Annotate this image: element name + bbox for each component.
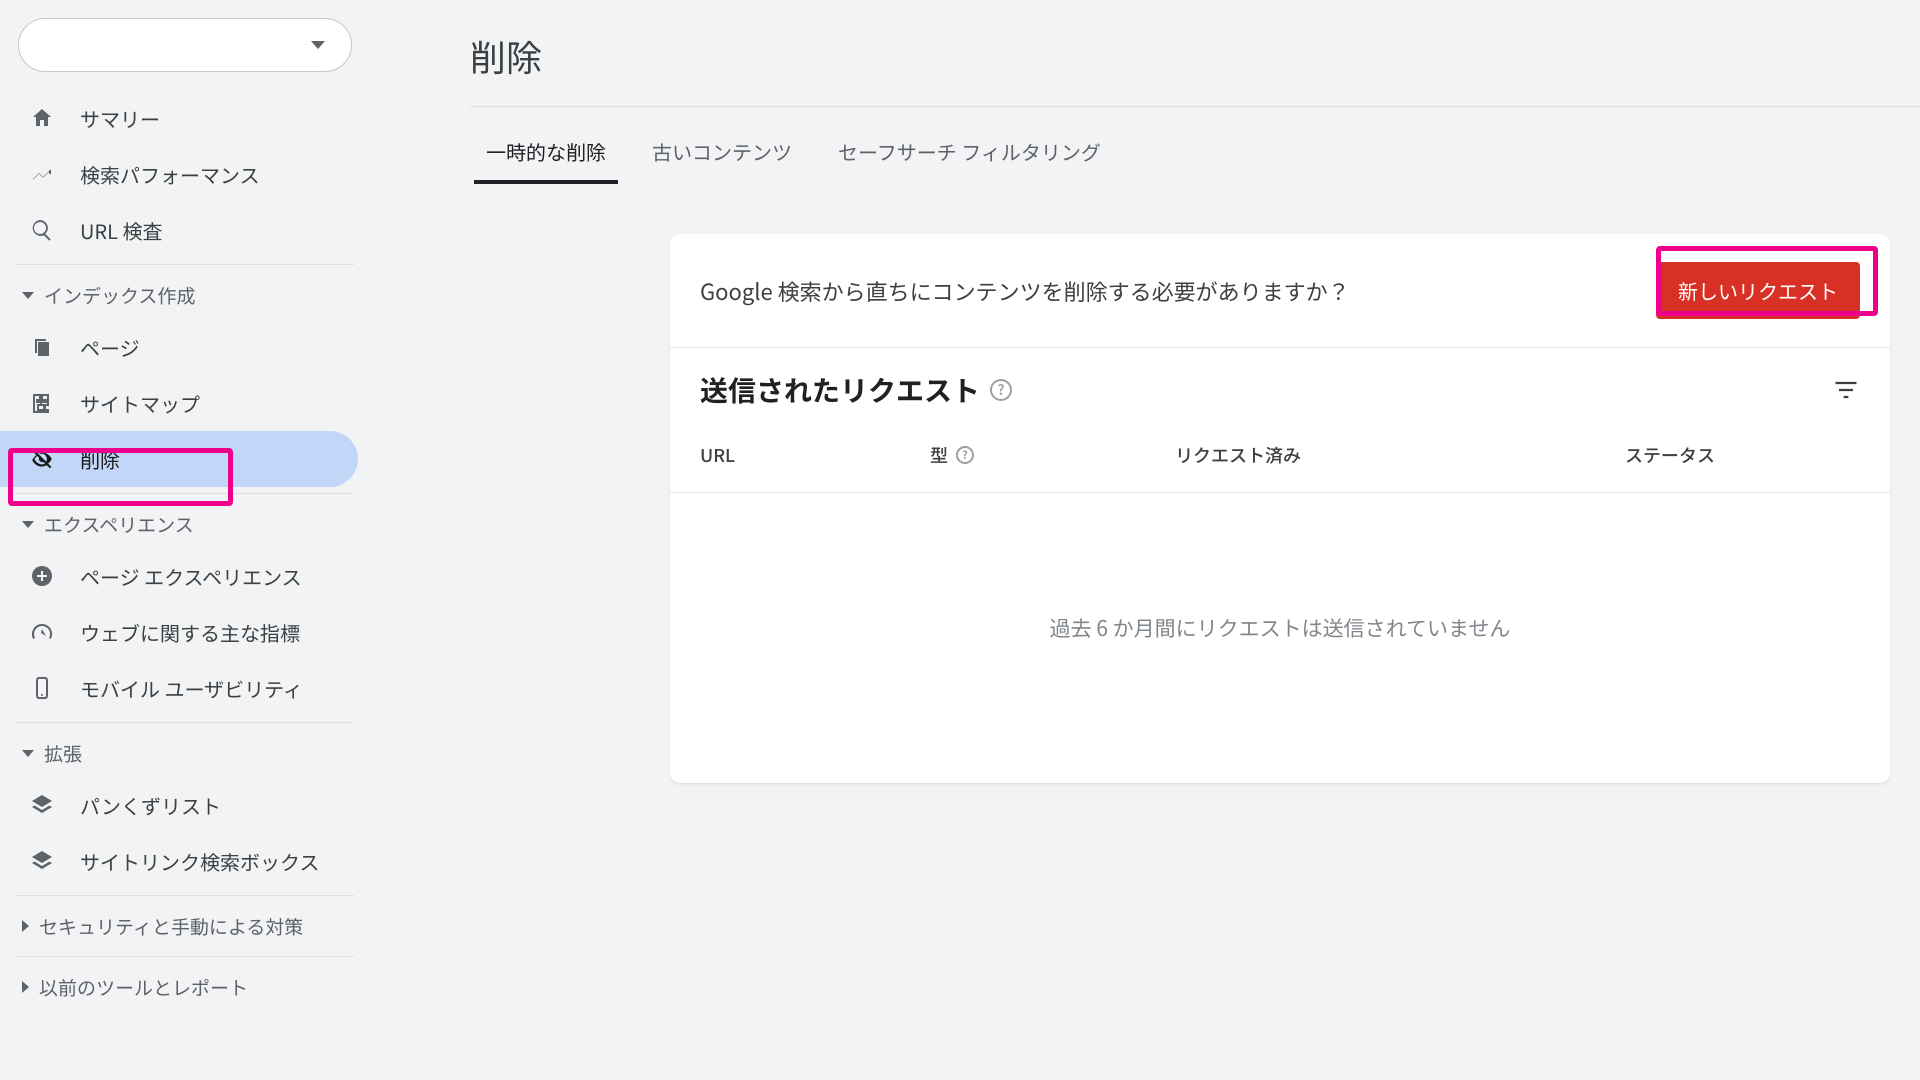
visibility-off-icon (28, 446, 56, 472)
divider (16, 493, 354, 494)
col-type-label: 型 (930, 442, 948, 468)
sidebar-section-indexing[interactable]: インデックス作成 (0, 271, 370, 319)
help-icon[interactable]: ? (956, 446, 974, 464)
caret-down-icon (22, 521, 34, 528)
divider (16, 722, 354, 723)
sidebar-item-label: モバイル ユーザビリティ (80, 674, 303, 703)
trend-icon (28, 162, 56, 186)
sidebar-section-extensions[interactable]: 拡張 (0, 729, 370, 777)
sidebar-item-label: サイトマップ (80, 389, 200, 418)
col-type: 型 ? (930, 442, 1175, 468)
sidebar-section-label: 拡張 (44, 740, 82, 767)
gauge-icon (28, 620, 56, 644)
sidebar-item-label: パンくずリスト (80, 791, 221, 820)
home-icon (28, 106, 56, 130)
caret-down-icon (22, 750, 34, 757)
sidebar-item-label: サイトリンク検索ボックス (80, 847, 319, 876)
property-selector[interactable] (18, 18, 352, 72)
divider (16, 956, 354, 957)
caret-right-icon (22, 981, 29, 993)
sidebar-item-summary[interactable]: サマリー (0, 90, 358, 146)
new-request-button[interactable]: 新しいリクエスト (1656, 262, 1860, 319)
col-status: ステータス (1625, 442, 1860, 468)
sidebar-section-experience[interactable]: エクスペリエンス (0, 500, 370, 548)
tab-outdated-content[interactable]: 古いコンテンツ (652, 137, 792, 184)
caret-right-icon (22, 920, 29, 932)
sidebar-item-label: URL 検査 (80, 216, 162, 245)
requests-header: 送信されたリクエスト ? (670, 348, 1890, 420)
prompt-text: Google 検索から直ちにコンテンツを削除する必要がありますか？ (700, 275, 1350, 307)
card-removals: Google 検索から直ちにコンテンツを削除する必要がありますか？ 新しいリクエ… (670, 234, 1890, 783)
sidebar-section-label: エクスペリエンス (44, 511, 194, 538)
sidebar-item-page-experience[interactable]: ページ エクスペリエンス (0, 548, 358, 604)
sidebar-section-legacy[interactable]: 以前のツールとレポート (0, 963, 370, 1011)
sidebar-item-removals[interactable]: 削除 (0, 431, 358, 487)
empty-state: 過去 6 か月間にリクエストは送信されていません (670, 493, 1890, 783)
caret-down-icon (22, 292, 34, 299)
panel-area: Google 検索から直ちにコンテンツを削除する必要がありますか？ 新しいリクエ… (470, 184, 1920, 783)
sidebar-item-label: ウェブに関する主な指標 (80, 618, 300, 647)
sidebar-section-label: セキュリティと手動による対策 (39, 913, 303, 940)
sidebar: サマリー 検索パフォーマンス URL 検査 インデックス作成 ページ サイトマッ… (0, 0, 370, 1080)
layers-icon (28, 849, 56, 873)
prompt-row: Google 検索から直ちにコンテンツを削除する必要がありますか？ 新しいリクエ… (670, 234, 1890, 348)
filter-icon[interactable] (1832, 376, 1860, 404)
sidebar-section-security[interactable]: セキュリティと手動による対策 (0, 902, 370, 950)
sidebar-item-label: サマリー (80, 104, 160, 133)
copy-icon (28, 335, 56, 359)
sidebar-item-label: 検索パフォーマンス (80, 160, 260, 189)
sidebar-item-mobile-usability[interactable]: モバイル ユーザビリティ (0, 660, 358, 716)
sidebar-section-label: インデックス作成 (44, 282, 195, 309)
chevron-down-icon (311, 41, 325, 49)
requests-heading: 送信されたリクエスト ? (700, 370, 1012, 410)
page-title: 削除 (470, 0, 1920, 106)
main-content: 削除 一時的な削除 古いコンテンツ セーフサーチ フィルタリング Google … (370, 0, 1920, 1080)
requests-heading-text: 送信されたリクエスト (700, 370, 980, 410)
sidebar-section-label: 以前のツールとレポート (39, 974, 248, 1001)
sidebar-item-sitelinks-search[interactable]: サイトリンク検索ボックス (0, 833, 358, 889)
help-icon[interactable]: ? (990, 379, 1012, 401)
divider (16, 895, 354, 896)
col-requested: リクエスト済み (1175, 442, 1625, 468)
sidebar-item-url-inspect[interactable]: URL 検査 (0, 202, 358, 258)
sidebar-item-label: 削除 (80, 445, 120, 474)
table-header-row: URL 型 ? リクエスト済み ステータス (670, 420, 1890, 493)
layers-icon (28, 793, 56, 817)
sidebar-item-label: ページ エクスペリエンス (80, 562, 302, 591)
divider (16, 264, 354, 265)
sidebar-item-pages[interactable]: ページ (0, 319, 358, 375)
tab-safesearch-filtering[interactable]: セーフサーチ フィルタリング (838, 137, 1101, 184)
sidebar-item-breadcrumbs[interactable]: パンくずリスト (0, 777, 358, 833)
tabs: 一時的な削除 古いコンテンツ セーフサーチ フィルタリング (470, 107, 1920, 184)
sidebar-item-performance[interactable]: 検索パフォーマンス (0, 146, 358, 202)
sidebar-item-sitemaps[interactable]: サイトマップ (0, 375, 358, 431)
plus-circle-icon (28, 564, 56, 588)
tree-icon (28, 391, 56, 415)
mobile-icon (28, 676, 56, 700)
col-url: URL (700, 442, 930, 468)
sidebar-item-label: ページ (80, 333, 140, 362)
search-icon (28, 218, 56, 242)
tab-temporary-removal[interactable]: 一時的な削除 (486, 137, 606, 184)
sidebar-item-core-vitals[interactable]: ウェブに関する主な指標 (0, 604, 358, 660)
